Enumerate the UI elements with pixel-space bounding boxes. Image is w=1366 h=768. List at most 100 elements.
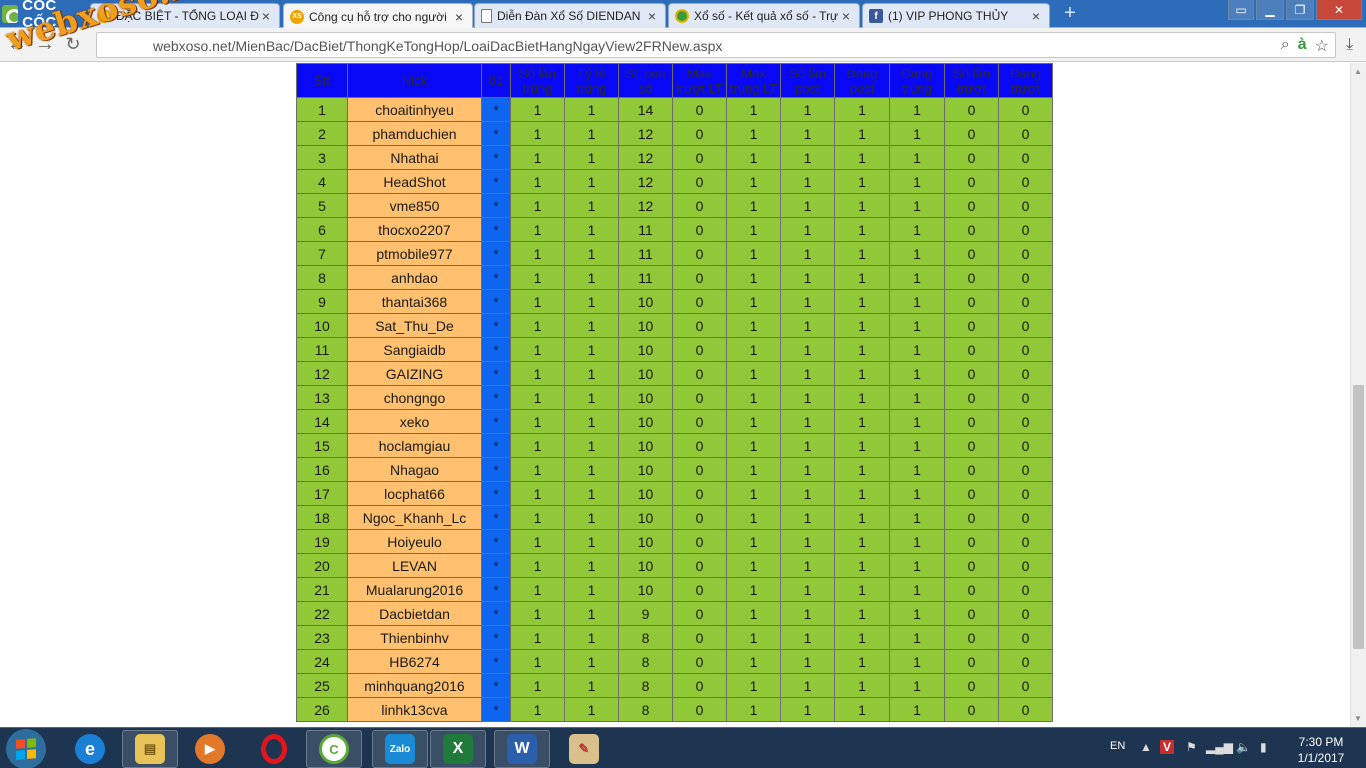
volume-icon[interactable]: 🔈 [1236, 740, 1251, 754]
nick-cell[interactable]: Nhathai [347, 145, 482, 170]
column-header[interactable]: Max trượt LT [672, 63, 727, 98]
table-cell: 1 [780, 433, 835, 458]
table-cell: 0 [672, 289, 727, 314]
address-bar[interactable]: webxoso.net/MienBac/DacBiet/ThongKeTongH… [96, 32, 1336, 58]
scrollbar-thumb[interactable] [1353, 385, 1364, 649]
column-header[interactable]: Đang trúng [889, 63, 945, 98]
taskbar-media-player[interactable]: ▶ [182, 730, 238, 768]
nick-cell[interactable]: phamduchien [347, 121, 482, 146]
antivirus-icon[interactable]: V [1160, 740, 1175, 754]
nick-cell[interactable]: Hoiyeulo [347, 529, 482, 554]
user-icon[interactable]: ▭ [1228, 0, 1254, 20]
taskbar-word[interactable]: W [494, 730, 550, 768]
new-tab-button[interactable]: + [1060, 3, 1080, 24]
close-tab-icon[interactable]: × [645, 8, 659, 24]
column-header[interactable]: SL con số [618, 63, 673, 98]
nick-cell[interactable]: anhdao [347, 265, 482, 290]
scroll-down-icon[interactable]: ▼ [1354, 714, 1362, 723]
nick-cell[interactable]: Sangiaidb [347, 337, 482, 362]
vertical-scrollbar[interactable]: ▲ ▼ [1350, 63, 1366, 727]
column-header[interactable]: Max trúng LT [726, 63, 781, 98]
table-cell: 0 [998, 313, 1053, 338]
nick-cell[interactable]: xeko [347, 409, 482, 434]
close-tab-icon[interactable]: × [452, 9, 466, 25]
table-cell: 1 [834, 481, 890, 506]
column-header[interactable]: Đang trượt [998, 63, 1053, 98]
nick-cell[interactable]: minhquang2016 [347, 673, 482, 698]
nick-cell[interactable]: choaitinhyeu [347, 97, 482, 122]
column-header[interactable]: Số lần post [780, 63, 835, 98]
nick-cell[interactable]: HeadShot [347, 169, 482, 194]
taskbar-excel[interactable]: X [430, 730, 486, 768]
column-header[interactable]: Tỷ lệ trúng [564, 63, 619, 98]
browser-tab[interactable]: XS Công cụ hỗ trợ cho người × [283, 3, 473, 29]
nick-cell[interactable]: GAIZING [347, 361, 482, 386]
browser-tab[interactable]: Diễn Đàn Xổ Số DIENDAN × [474, 3, 666, 28]
browser-tab[interactable]: f (1) VIP PHONG THỦY × [862, 3, 1050, 28]
nick-cell[interactable]: thocxo2207 [347, 217, 482, 242]
start-button[interactable] [6, 729, 46, 768]
show-hidden-icons-icon[interactable]: ▲ [1140, 740, 1152, 754]
taskbar-zalo[interactable]: Zalo [372, 730, 428, 768]
nick-cell[interactable]: Nhagao [347, 457, 482, 482]
nick-cell[interactable]: Mualarung2016 [347, 577, 482, 602]
action-center-flag-icon[interactable]: ⚑ [1186, 740, 1197, 754]
nick-cell[interactable]: ptmobile977 [347, 241, 482, 266]
column-header[interactable]: Nick [347, 63, 482, 98]
column-header[interactable]: Số lần trượt [944, 63, 999, 98]
facebook-icon: f [869, 9, 883, 23]
table-cell: 0 [672, 553, 727, 578]
table-cell: 0 [944, 337, 999, 362]
nick-cell[interactable]: hoclamgiau [347, 433, 482, 458]
table-cell: 0 [944, 673, 999, 698]
nick-cell[interactable]: HB6274 [347, 649, 482, 674]
taskbar-opera[interactable] [246, 730, 302, 768]
taskbar-coccoc[interactable]: C [306, 730, 362, 768]
nick-cell[interactable]: Thienbinhv [347, 625, 482, 650]
column-header[interactable]: 01 [481, 63, 511, 98]
download-icon[interactable]: ⤓ [1346, 36, 1353, 54]
table-cell: 0 [944, 601, 999, 626]
nick-cell[interactable]: Ngoc_Khanh_Lc [347, 505, 482, 530]
minimize-button[interactable]: ▁ [1256, 0, 1284, 20]
nick-cell[interactable]: thantai368 [347, 289, 482, 314]
table-cell: * [481, 649, 511, 674]
taskbar-paint[interactable]: ✎ [556, 730, 612, 768]
close-tab-icon[interactable]: × [259, 8, 273, 24]
bookmark-star-icon[interactable]: ☆ [1315, 36, 1329, 56]
table-row: 20 LEVAN * 1 1 10 0 1 1 1 1 0 0 [296, 553, 1053, 578]
table-cell: 0 [672, 217, 727, 242]
network-signal-icon[interactable]: ▂▄▆ [1206, 740, 1233, 754]
taskbar-internet-explorer[interactable]: e [62, 730, 118, 768]
nick-cell[interactable]: linhk13cva [347, 697, 482, 722]
nick-cell[interactable]: chongngo [347, 385, 482, 410]
maximize-button[interactable]: ❐ [1286, 0, 1314, 20]
translate-icon[interactable]: à [1298, 36, 1307, 56]
column-header[interactable]: Stt [296, 63, 348, 98]
search-icon[interactable]: ⌕ [1281, 36, 1290, 56]
table-cell: 1 [726, 337, 781, 362]
nick-cell[interactable]: LEVAN [347, 553, 482, 578]
table-cell: 0 [998, 553, 1053, 578]
language-indicator[interactable]: EN [1110, 740, 1125, 752]
close-tab-icon[interactable]: × [839, 8, 853, 24]
column-header[interactable]: Đang post [834, 63, 890, 98]
scroll-up-icon[interactable]: ▲ [1354, 67, 1362, 76]
battery-icon[interactable]: ▮ [1260, 740, 1267, 754]
nick-cell[interactable]: vme850 [347, 193, 482, 218]
clock[interactable]: 7:30 PM 1/1/2017 [1290, 734, 1352, 766]
taskbar-file-explorer[interactable]: ▤ [122, 730, 178, 768]
nick-cell[interactable]: Sat_Thu_De [347, 313, 482, 338]
nick-cell[interactable]: Dacbietdan [347, 601, 482, 626]
table-cell: 1 [726, 241, 781, 266]
row-number-cell: 9 [296, 289, 348, 314]
table-cell: 0 [944, 409, 999, 434]
table-cell: 0 [944, 577, 999, 602]
browser-tab[interactable]: Xổ số - Kết quả xổ số - Trự × [668, 3, 860, 28]
close-tab-icon[interactable]: × [1029, 8, 1043, 24]
table-cell: 10 [618, 481, 673, 506]
nick-cell[interactable]: locphat66 [347, 481, 482, 506]
close-window-button[interactable]: ✕ [1316, 0, 1362, 20]
column-header[interactable]: Số lần trúng [510, 63, 565, 98]
table-cell: 1 [889, 649, 945, 674]
